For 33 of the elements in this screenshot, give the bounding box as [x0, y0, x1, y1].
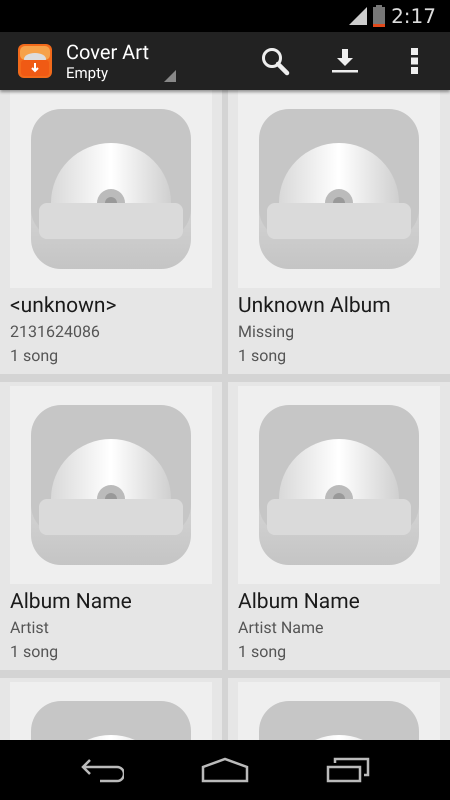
album-title: <unknown> — [10, 293, 116, 320]
disc-placeholder-icon — [29, 107, 193, 271]
album-art-tile[interactable] — [10, 90, 212, 288]
app-title: Cover Art — [66, 40, 150, 64]
search-icon — [260, 46, 290, 76]
app-logo-icon[interactable] — [18, 44, 52, 78]
disc-placeholder-icon — [257, 403, 421, 567]
album-artist: Artist Name — [238, 617, 324, 639]
album-artist: Artist — [10, 617, 49, 639]
disc-placeholder-icon — [29, 403, 193, 567]
song-count: 1 song — [10, 345, 58, 367]
song-count: 1 song — [238, 641, 286, 663]
album-title: Album Name — [238, 589, 360, 616]
album-art-tile[interactable] — [238, 386, 440, 584]
signal-icon — [349, 7, 368, 25]
album-art-tile[interactable] — [10, 386, 212, 584]
clock-time: 2:17 — [391, 4, 436, 28]
song-count: 1 song — [10, 641, 58, 663]
download-icon — [331, 47, 359, 75]
album-artist: Missing — [238, 321, 294, 343]
more-icon — [411, 48, 419, 74]
dropdown-triangle-icon[interactable] — [164, 70, 176, 82]
album-title: Album Name — [10, 589, 132, 616]
back-icon — [80, 757, 124, 783]
album-artist: 2131624086 — [10, 321, 100, 343]
disc-placeholder-icon — [257, 107, 421, 271]
song-count: 1 song — [238, 345, 286, 367]
recent-apps-icon — [326, 757, 370, 783]
view-subtitle[interactable]: Empty — [66, 64, 158, 82]
album-art-tile[interactable] — [238, 90, 440, 288]
album-title: Unknown Album — [238, 293, 391, 320]
home-icon — [200, 757, 249, 783]
battery-icon — [373, 5, 386, 27]
